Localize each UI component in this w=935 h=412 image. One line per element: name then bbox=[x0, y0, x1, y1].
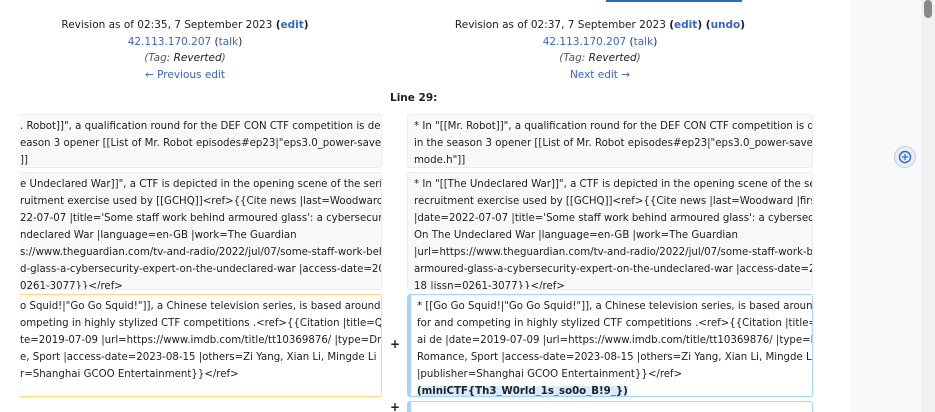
scrollbar-thumb[interactable] bbox=[924, 0, 932, 18]
left-tag-suffix: ) bbox=[221, 52, 226, 64]
line-number-label: Line 29: bbox=[390, 92, 438, 104]
diff-added-marker-next: + bbox=[390, 400, 401, 412]
translate-icon-glyph bbox=[898, 150, 912, 164]
right-tag-name: Reverted bbox=[588, 52, 637, 64]
right-tag-line: (Tag: Reverted) bbox=[410, 50, 790, 67]
right-user-link[interactable]: 42.113.170.207 bbox=[543, 36, 627, 48]
diff-added-line-next bbox=[407, 401, 813, 412]
diff-added-text: * [[Go Go Squid!|"Go Go Squid!"]], a Chi… bbox=[417, 301, 813, 380]
right-gutter bbox=[850, 0, 921, 412]
left-tag-line: (Tag: Reverted) bbox=[20, 50, 350, 67]
vertical-scrollbar[interactable] bbox=[921, 0, 935, 412]
diff-context-right: * In "[[Mr. Robot]]", a qualification ro… bbox=[407, 114, 813, 168]
diff-added-marker: + bbox=[390, 337, 401, 351]
diff-deleted-line: o Squid!|"Go Go Squid!"]], a Chinese tel… bbox=[20, 294, 382, 397]
diff-context-left: . Robot]]", a qualification round for th… bbox=[20, 114, 382, 168]
right-edit-link[interactable]: edit bbox=[674, 19, 697, 31]
diff-page: Revision as of 02:35, 7 September 2023 (… bbox=[0, 0, 850, 412]
left-user-link[interactable]: 42.113.170.207 bbox=[128, 36, 212, 48]
right-tag-suffix: ) bbox=[636, 52, 641, 64]
diff-context-left: e Undeclared War]]", a CTF is depicted i… bbox=[20, 172, 382, 290]
right-user-line: 42.113.170.207 (talk) bbox=[542, 35, 658, 48]
next-edit-link[interactable]: Next edit → bbox=[570, 69, 630, 81]
right-revision-header: Revision as of 02:37, 7 September 2023 (… bbox=[410, 17, 790, 83]
right-revision-link[interactable]: Revision as of 02:37, 7 September 2023 bbox=[455, 19, 666, 31]
left-revision-title: Revision as of 02:35, 7 September 2023 (… bbox=[61, 19, 309, 31]
left-revision-header: Revision as of 02:35, 7 September 2023 (… bbox=[20, 17, 350, 83]
right-revision-title: Revision as of 02:37, 7 September 2023 (… bbox=[454, 19, 746, 31]
diff-added-line: * [[Go Go Squid!|"Go Go Squid!"]], a Chi… bbox=[407, 294, 813, 397]
left-edit-link[interactable]: edit bbox=[281, 19, 304, 31]
right-undo-link[interactable]: undo bbox=[711, 19, 741, 31]
diff-inserted-text: (miniCTF{Th3_W0rld_1s_so0o_B!9_}) bbox=[417, 386, 628, 397]
left-tag-prefix: (Tag: bbox=[144, 52, 174, 64]
left-revision-link[interactable]: Revision as of 02:35, 7 September 2023 bbox=[61, 19, 272, 31]
top-tab-underline bbox=[606, 0, 742, 2]
left-user-line: 42.113.170.207 (talk) bbox=[127, 35, 243, 48]
previous-edit-link[interactable]: ← Previous edit bbox=[145, 69, 225, 81]
translate-icon[interactable] bbox=[894, 146, 916, 168]
diff-context-right: * In "[[The Undeclared War]]", a CTF is … bbox=[407, 172, 813, 290]
right-talk-link[interactable]: talk bbox=[634, 36, 654, 48]
left-tag-name: Reverted bbox=[173, 52, 222, 64]
left-talk-link[interactable]: talk bbox=[219, 36, 239, 48]
right-tag-prefix: (Tag: bbox=[559, 52, 589, 64]
